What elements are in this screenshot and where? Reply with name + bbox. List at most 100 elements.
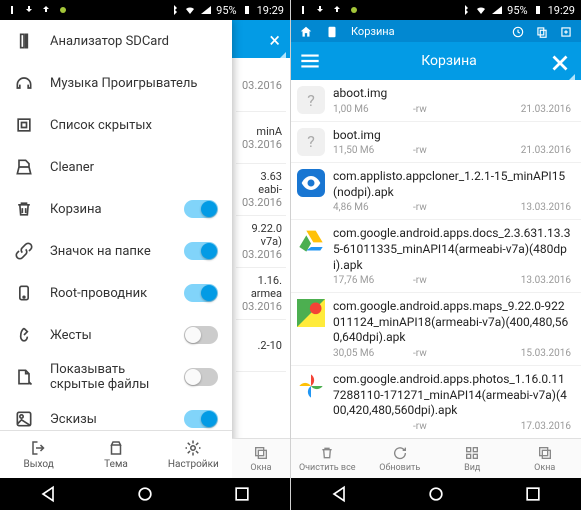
toggle[interactable] <box>184 284 218 302</box>
drawer-item-1[interactable]: Музыка Проигрыватель <box>0 62 232 104</box>
file-perm: -rw <box>413 348 453 359</box>
file-list-peek: 03.2016 minA03.2016 3.63eabi-03.2016 9.2… <box>232 58 290 438</box>
home-button[interactable] <box>135 484 155 504</box>
drawer-item-label: Жесты <box>50 328 168 343</box>
drawer-item-icon <box>14 241 34 261</box>
upload-icon <box>331 4 343 16</box>
drawer-item-label: Значок на папке <box>50 244 168 259</box>
file-row[interactable]: com.applisto.appcloner_1.2.1-15_minAPI15… <box>291 163 581 220</box>
drawer-item-icon <box>14 283 34 303</box>
drawer-item-label: Корзина <box>50 202 168 217</box>
file-perm: -rw <box>413 202 453 213</box>
path-label[interactable]: Корзина <box>351 25 395 38</box>
file-name: aboot.img <box>333 86 571 102</box>
file-name: com.google.android.apps.maps_9.22.0-9220… <box>333 299 571 346</box>
bottombar: Очистить все Обновить Вид Окна <box>291 438 581 478</box>
statusbar: 95% 19:29 <box>0 0 290 20</box>
view-button[interactable]: Вид <box>436 439 509 478</box>
clock: 19:29 <box>257 4 284 17</box>
close-icon[interactable]: × <box>269 28 280 52</box>
drawer-item-0[interactable]: Анализатор SDCard <box>0 20 232 62</box>
drawer-item-9[interactable]: Эскизы <box>0 398 232 430</box>
drawer-item-label: Cleaner <box>50 160 218 175</box>
drawer-item-4[interactable]: Корзина <box>0 188 232 230</box>
toggle[interactable] <box>184 242 218 260</box>
file-icon: ? <box>297 86 325 114</box>
drawer-item-7[interactable]: Жесты <box>0 314 232 356</box>
close-icon[interactable] <box>547 50 573 76</box>
drawer-item-5[interactable]: Значок на папке <box>0 230 232 272</box>
android-icon <box>57 4 69 16</box>
toggle[interactable] <box>184 368 218 386</box>
wifi-icon <box>184 4 196 16</box>
file-date: 21.03.2016 <box>521 145 571 156</box>
drawer-item-2[interactable]: Список скрытых <box>0 104 232 146</box>
drawer-item-label: Эскизы <box>50 412 168 427</box>
file-name: com.applisto.appcloner_1.2.1-15_minAPI15… <box>333 169 571 200</box>
photos-icon <box>297 372 325 400</box>
exit-button[interactable]: Выход <box>0 431 77 478</box>
topbar: Корзина <box>291 42 581 80</box>
appcloner-icon <box>297 169 325 197</box>
toggle[interactable] <box>184 410 218 428</box>
drawer-item-8[interactable]: Показывать скрытые файлы <box>0 356 232 398</box>
signal-icon <box>200 4 212 16</box>
notif-icon <box>6 4 18 16</box>
battery-icon <box>532 4 544 16</box>
windows-icon <box>253 445 269 461</box>
exit-icon <box>30 439 48 457</box>
file-row[interactable]: com.google.android.apps.photos_1.16.0.11… <box>291 366 581 438</box>
file-name: boot.img <box>333 128 571 144</box>
file-icon: ? <box>297 128 325 156</box>
file-row[interactable]: com.google.android.apps.maps_9.22.0-9220… <box>291 293 581 366</box>
file-name: com.google.android.apps.photos_1.16.0.11… <box>333 372 571 419</box>
menu-icon[interactable] <box>297 48 323 74</box>
file-row[interactable]: ?boot.img11,50 М6-rw21.03.2016 <box>291 122 581 164</box>
file-size: 4,86 М6 <box>333 202 393 213</box>
bluetooth-icon <box>459 4 471 16</box>
toggle[interactable] <box>184 326 218 344</box>
recent-button[interactable] <box>523 484 543 504</box>
home-icon[interactable] <box>299 24 313 38</box>
refresh-icon <box>392 445 408 461</box>
refresh-button[interactable]: Обновить <box>364 439 437 478</box>
device-right: 95% 19:29 Корзина Корзина ?aboot.img1,00… <box>291 0 581 510</box>
battery-pct: 95% <box>216 4 236 17</box>
new-icon[interactable] <box>559 24 573 38</box>
windows-button[interactable]: Окна <box>509 439 581 478</box>
gear-icon <box>184 439 202 457</box>
toggle[interactable] <box>184 200 218 218</box>
sd-icon[interactable] <box>325 24 339 38</box>
file-perm: -rw <box>413 421 453 432</box>
windows-button[interactable]: Окна <box>232 439 290 478</box>
android-navbar <box>291 478 581 510</box>
drawer-item-icon <box>14 115 34 135</box>
theme-button[interactable]: Тема <box>77 431 154 478</box>
page-title: Корзина <box>323 53 575 69</box>
file-row[interactable]: ?aboot.img1,00 М6-rw21.03.2016 <box>291 80 581 122</box>
file-row[interactable]: com.google.android.apps.docs_2.3.631.13.… <box>291 220 581 293</box>
drawer-item-icon <box>14 199 34 219</box>
drawer-item-label: Анализатор SDCard <box>50 34 218 49</box>
file-size: 30,05 М6 <box>333 348 393 359</box>
device-left: 95% 19:29 × 03.2016 minA03.2016 3.63eabi… <box>0 0 290 510</box>
drawer-item-icon <box>14 157 34 177</box>
drawer-item-6[interactable]: Root-проводник <box>0 272 232 314</box>
file-date: 13.03.2016 <box>521 202 571 213</box>
file-size: 11,50 М6 <box>333 145 393 156</box>
drawer-item-3[interactable]: Cleaner <box>0 146 232 188</box>
clear-all-button[interactable]: Очистить все <box>291 439 364 478</box>
android-icon <box>348 4 360 16</box>
back-button[interactable] <box>38 484 58 504</box>
copy-icon[interactable] <box>535 24 549 38</box>
back-button[interactable] <box>329 484 349 504</box>
file-name: com.google.android.apps.docs_2.3.631.13.… <box>333 226 571 273</box>
settings-button[interactable]: Настройки <box>155 431 232 478</box>
home-button[interactable] <box>426 484 446 504</box>
download-icon <box>314 4 326 16</box>
drawer-item-icon <box>14 367 34 387</box>
recent-button[interactable] <box>232 484 252 504</box>
history-icon[interactable] <box>511 24 525 38</box>
file-list[interactable]: ?aboot.img1,00 М6-rw21.03.2016?boot.img1… <box>291 80 581 438</box>
drawer-item-icon <box>14 325 34 345</box>
